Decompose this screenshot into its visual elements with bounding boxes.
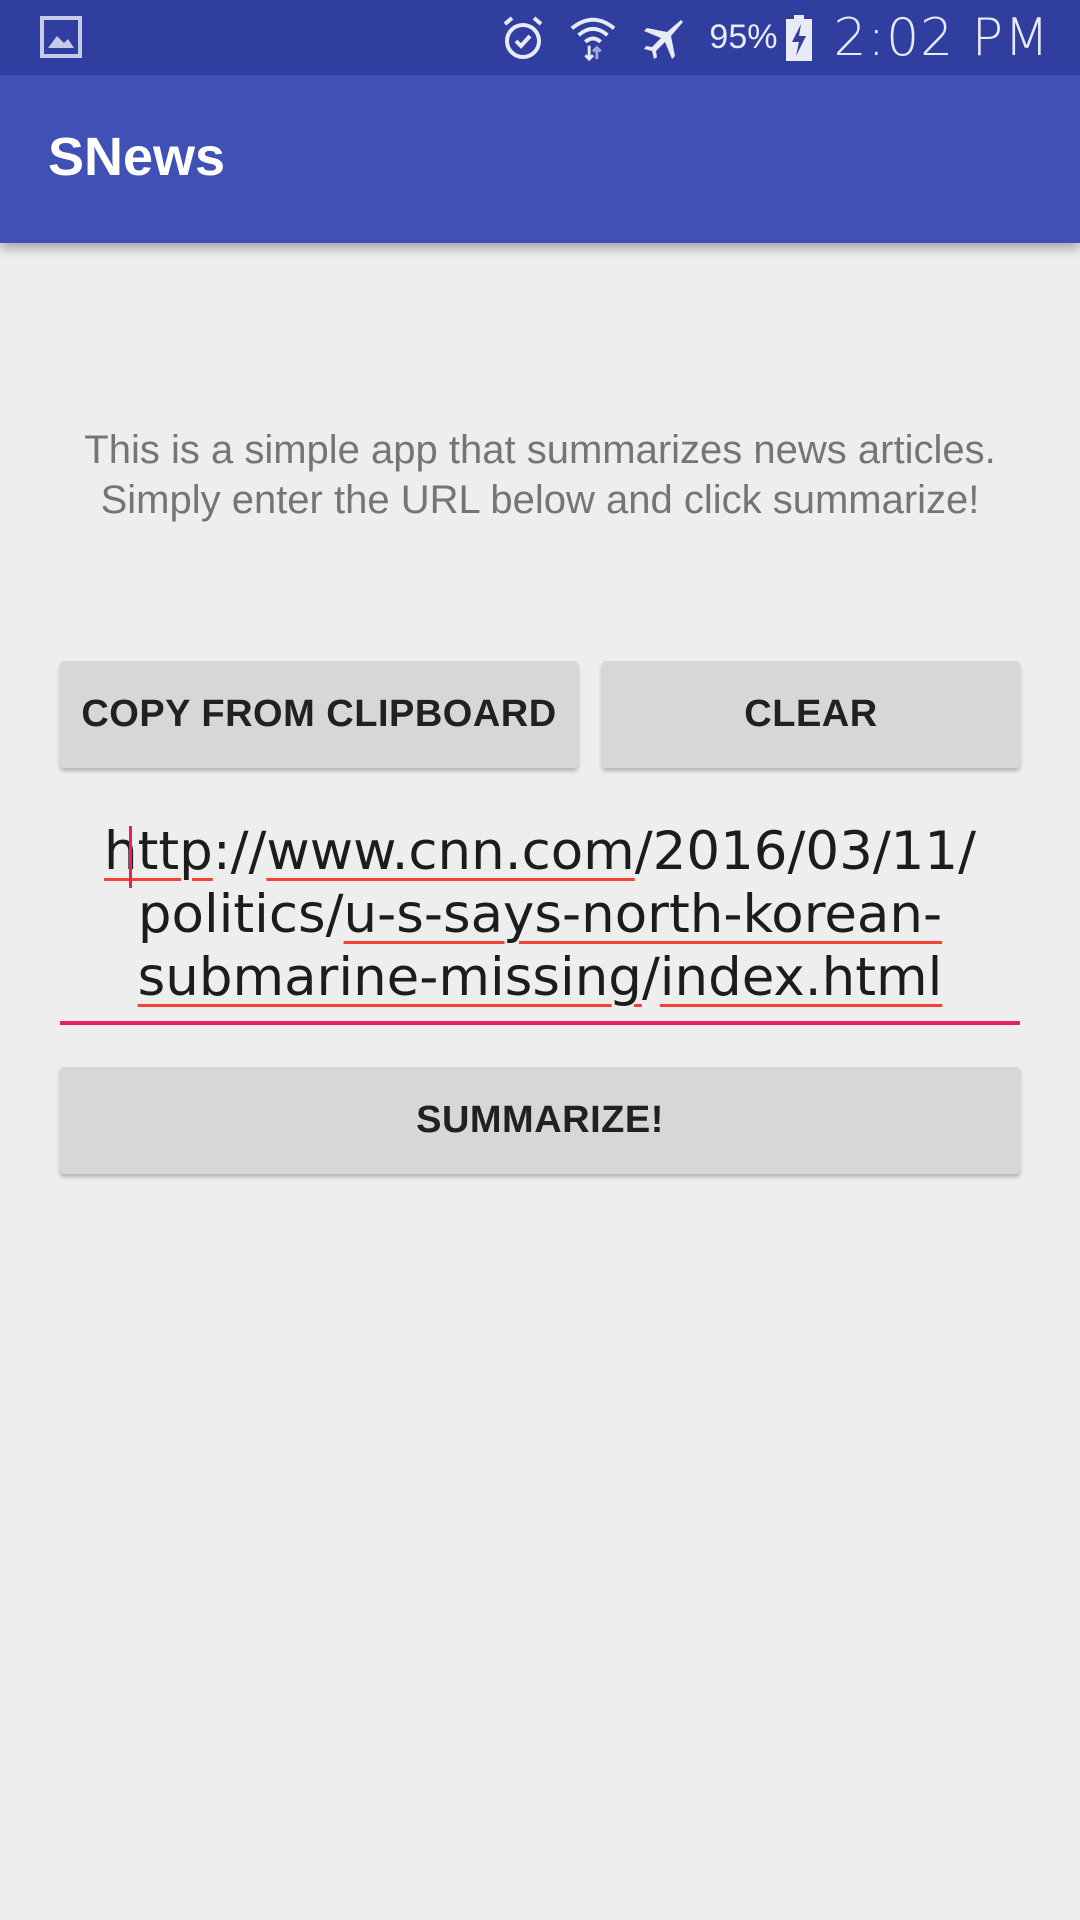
summarize-button[interactable]: SUMMARIZE! <box>60 1067 1020 1174</box>
url-input-text[interactable]: http://www.cnn.com/2016/03/11/politics/u… <box>60 820 1020 1009</box>
intro-line-1: This is a simple app that summarizes new… <box>84 428 996 472</box>
alarm-icon <box>499 14 547 62</box>
intro-line-2: Simply enter the URL below and click sum… <box>100 478 980 522</box>
status-bar: 95% 2:02 PM <box>0 0 1080 75</box>
url-segment: index.html <box>659 947 943 1008</box>
url-segment: politics/ <box>137 884 344 945</box>
battery-percent: 95% <box>709 18 778 56</box>
url-segment: :// <box>212 821 267 882</box>
url-segment: / <box>641 947 660 1008</box>
url-segment: /2016/03/11/ <box>634 821 976 882</box>
wifi-icon <box>569 14 617 62</box>
clear-button[interactable]: CLEAR <box>602 661 1020 768</box>
url-segment: submarine-missing <box>137 947 642 1008</box>
input-underline <box>60 1021 1020 1025</box>
airplane-mode-icon <box>639 14 687 62</box>
url-segment: http <box>104 821 213 882</box>
url-input[interactable]: http://www.cnn.com/2016/03/11/politics/u… <box>60 820 1020 1026</box>
text-cursor <box>129 826 132 888</box>
intro-text: This is a simple app that summarizes new… <box>40 425 1040 525</box>
url-segment: u-s-says-north-korean- <box>343 884 943 945</box>
status-clock: 2:02 PM <box>833 7 1050 68</box>
image-icon <box>40 16 82 58</box>
app-title: SNews <box>48 127 226 187</box>
url-segment: www.cnn.com <box>266 821 635 882</box>
copy-from-clipboard-button[interactable]: COPY FROM CLIPBOARD <box>60 661 578 768</box>
battery-charging-icon <box>785 14 813 62</box>
app-bar: SNews <box>0 75 1080 243</box>
